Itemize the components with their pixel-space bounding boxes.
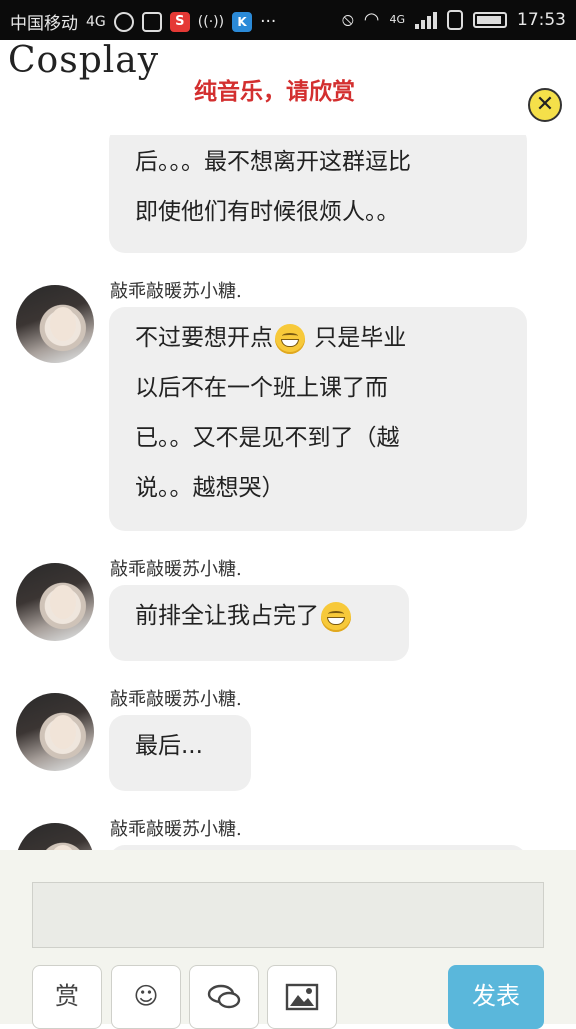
music-marquee: 纯音乐，请欣赏 [194, 79, 355, 105]
reward-label: 赏 [55, 982, 79, 1010]
send-button[interactable]: 发表 [448, 965, 544, 1029]
headset-icon [113, 11, 134, 32]
message-line: 说。。越想哭） [135, 475, 285, 501]
gallery-icon [141, 11, 162, 32]
message-line: 后。。。最不想离开这群逗比 [135, 149, 411, 175]
message-text: 不过要想开点 [135, 325, 273, 351]
message-bubble: 不过要想开点 只是毕业 以后不在一个班上课了而 已。。又不是见不到了（越 说。。… [109, 307, 527, 531]
page-title: Cosplay [8, 40, 160, 81]
grin-emoji-icon [321, 601, 351, 632]
username: 敲乖敲暖苏小糖. [110, 819, 242, 840]
emoji-icon: ☺ [133, 982, 159, 1010]
clock: 17:53 [517, 9, 566, 30]
emoji-button[interactable]: ☺ [111, 965, 181, 1029]
status-bar: 中国移动 4G S ((·)) K ··· ⦸ ◠ 4G 17:53 [0, 0, 576, 40]
message-bubble: 最后... [109, 715, 251, 791]
message-text: 只是毕业 [307, 325, 407, 351]
signal-icon [415, 11, 437, 29]
reward-button[interactable]: 赏 [32, 965, 102, 1029]
chat-list[interactable]: 后。。。最不想离开这群逗比 即使他们有时候很烦人。。 敲乖敲暖苏小糖. 不过要想… [0, 135, 576, 850]
battery-icon [473, 11, 507, 28]
message-bubble: 前排全让我占完了 [109, 585, 409, 661]
avatar[interactable] [16, 563, 94, 641]
message-line: 不过要想开点 只是毕业 [135, 313, 501, 363]
message-bubble: 后。。。最不想离开这群逗比 即使他们有时候很烦人。。 [109, 135, 527, 253]
message-input[interactable] [32, 882, 544, 948]
image-button[interactable] [267, 965, 337, 1029]
avatar[interactable] [16, 285, 94, 363]
avatar[interactable] [16, 823, 94, 850]
sim-icon [447, 9, 463, 30]
network2-label: 4G [389, 13, 405, 26]
image-icon [285, 983, 319, 1011]
username: 敲乖敲暖苏小糖. [110, 559, 242, 580]
network-label: 4G [86, 13, 106, 30]
grin-emoji-icon [275, 323, 305, 354]
message-line: 已。。又不是见不到了（越 [135, 425, 400, 451]
message-line: 即使他们有时候很烦人。。 [135, 199, 400, 225]
carrier-label: 中国移动 [10, 14, 78, 34]
s-app-icon: S [169, 11, 190, 32]
composer: 赏 ☺ 发表 [0, 850, 576, 1029]
k-app-icon: K [232, 11, 253, 32]
message-text: 最后... [135, 733, 203, 759]
close-icon[interactable]: ✕ [528, 88, 562, 122]
wifi-hotspot-icon: ((·)) [197, 13, 225, 30]
mute-icon: ⦸ [342, 9, 354, 30]
message-text: 前排全让我占完了 [135, 603, 319, 629]
avatar[interactable] [16, 693, 94, 771]
wifi-icon: ◠ [363, 9, 380, 30]
more-icon: ··· [260, 11, 277, 32]
chat-bubbles-icon [207, 984, 241, 1009]
message-line: 以后不在一个班上课了而 [135, 375, 388, 401]
username: 敲乖敲暖苏小糖. [110, 689, 242, 710]
chat-button[interactable] [189, 965, 259, 1029]
username: 敲乖敲暖苏小糖. [110, 281, 242, 302]
